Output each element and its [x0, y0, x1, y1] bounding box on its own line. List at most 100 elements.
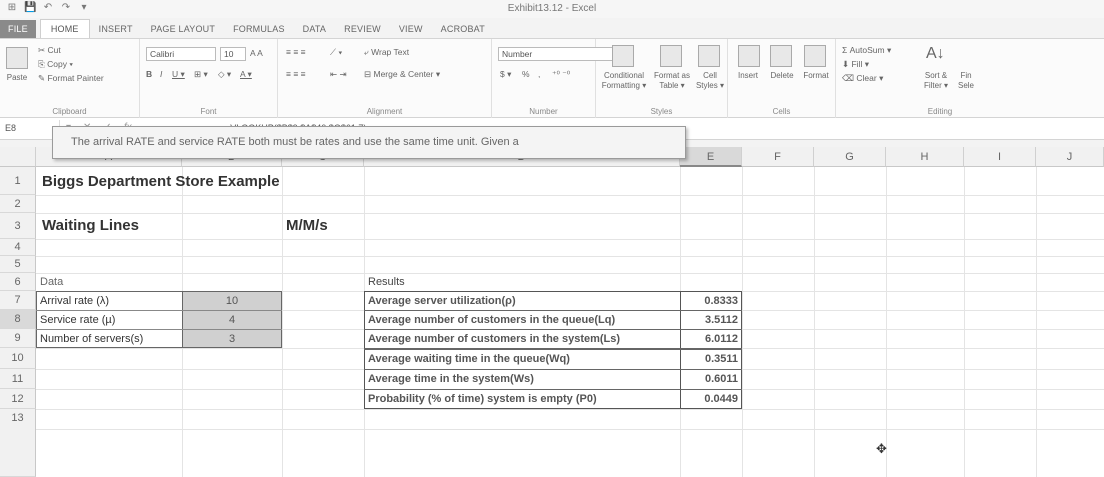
service-rate-value[interactable]: 4	[182, 311, 282, 329]
worksheet-grid[interactable]: A B C D E F G H I J 1 2 3 4 5 6 7 8 9 10…	[0, 147, 1104, 477]
paste-icon[interactable]	[6, 47, 28, 69]
tab-page-layout[interactable]: PAGE LAYOUT	[142, 24, 224, 38]
paste-button[interactable]: Paste	[3, 73, 31, 83]
result-label[interactable]: Probability (% of time) system is empty …	[368, 390, 597, 408]
result-label[interactable]: Average server utilization(ρ)	[368, 292, 516, 310]
fill-color-icon[interactable]: ◇ ▾	[218, 69, 231, 80]
row-header-10[interactable]: 10	[0, 348, 36, 369]
clear-button[interactable]: ⌫ Clear ▾	[842, 73, 883, 84]
result-value[interactable]: 3.5112	[680, 311, 738, 329]
result-label[interactable]: Average number of customers in the syste…	[368, 330, 620, 348]
fill-button[interactable]: ⬇ Fill ▾	[842, 59, 869, 70]
delete-cells-icon[interactable]	[770, 45, 792, 67]
sheet-title[interactable]: Biggs Department Store Example	[42, 173, 280, 191]
align-top-icon[interactable]: ≡ ≡ ≡	[286, 47, 306, 57]
indent-icon[interactable]: ⇤ ⇥	[330, 69, 347, 80]
italic-button[interactable]: I	[160, 69, 162, 79]
results-label[interactable]: Results	[368, 273, 405, 291]
wrap-text-button[interactable]: ⤶ Wrap Text	[364, 47, 409, 58]
name-box[interactable]: E8	[0, 120, 60, 137]
font-name-select[interactable]: Calibri	[146, 47, 216, 61]
bold-button[interactable]: B	[146, 69, 152, 79]
result-value[interactable]: 0.0449	[680, 390, 738, 408]
column-header-g[interactable]: G	[814, 147, 886, 167]
copy-button[interactable]: ⎘ Copy ▾	[38, 59, 73, 70]
row-header-13[interactable]: 13	[0, 409, 36, 477]
font-color-icon[interactable]: A ▾	[240, 69, 252, 80]
arrival-rate-value[interactable]: 10	[182, 292, 282, 310]
insert-button[interactable]: Insert	[730, 71, 766, 81]
row-header-3[interactable]: 3	[0, 213, 36, 239]
result-value[interactable]: 6.0112	[680, 330, 738, 348]
tab-acrobat[interactable]: ACROBAT	[432, 24, 494, 38]
result-label[interactable]: Average time in the system(Ws)	[368, 370, 534, 388]
insert-cells-icon[interactable]	[738, 45, 760, 67]
model-label[interactable]: M/M/s	[286, 217, 328, 235]
row-header-1[interactable]: 1	[0, 167, 36, 195]
format-cells-icon[interactable]	[804, 45, 826, 67]
window-title: Exhibit13.12 - Excel	[507, 3, 597, 14]
data-label[interactable]: Data	[40, 273, 63, 291]
tab-review[interactable]: REVIEW	[335, 24, 390, 38]
align-left-icon[interactable]: ≡ ≡ ≡	[286, 69, 306, 79]
decimal-icon[interactable]: ⁺⁰ ⁻⁰	[552, 69, 570, 80]
sort-filter-button[interactable]: Sort & Filter ▾	[916, 71, 956, 91]
row-header-11[interactable]: 11	[0, 369, 36, 389]
font-group: Calibri 10 A A B I U ▾ ⊞ ▾ ◇ ▾ A ▾ Font	[140, 39, 278, 119]
row-header-6[interactable]: 6	[0, 273, 36, 291]
row-header-5[interactable]: 5	[0, 256, 36, 273]
comma-button[interactable]: ,	[538, 69, 540, 79]
row-header-2[interactable]: 2	[0, 195, 36, 213]
row-header-9[interactable]: 9	[0, 329, 36, 348]
cell-styles-icon[interactable]	[698, 45, 720, 67]
percent-button[interactable]: %	[522, 69, 530, 79]
service-rate-label[interactable]: Service rate (µ)	[40, 311, 115, 329]
grow-font-icon[interactable]: A A	[250, 48, 263, 58]
column-header-j[interactable]: J	[1036, 147, 1104, 167]
underline-button[interactable]: U ▾	[172, 69, 185, 80]
font-size-select[interactable]: 10	[220, 47, 246, 61]
sort-icon[interactable]: A↓	[926, 45, 945, 63]
column-header-f[interactable]: F	[742, 147, 814, 167]
row-header-7[interactable]: 7	[0, 291, 36, 310]
tab-view[interactable]: VIEW	[390, 24, 432, 38]
result-label[interactable]: Average number of customers in the queue…	[368, 311, 615, 329]
format-painter-button[interactable]: ✎ Format Painter	[38, 73, 104, 84]
delete-button[interactable]: Delete	[764, 71, 800, 81]
column-header-i[interactable]: I	[964, 147, 1036, 167]
tab-data[interactable]: DATA	[294, 24, 335, 38]
result-label[interactable]: Average waiting time in the queue(Wq)	[368, 350, 570, 368]
section-title[interactable]: Waiting Lines	[42, 217, 139, 235]
tab-insert[interactable]: INSERT	[90, 24, 142, 38]
column-header-e[interactable]: E	[680, 147, 742, 167]
servers-label[interactable]: Number of servers(s)	[40, 330, 143, 348]
format-table-icon[interactable]	[660, 45, 682, 67]
cell-styles-button[interactable]: Cell Styles ▾	[694, 71, 726, 91]
conditional-formatting-button[interactable]: Conditional Formatting ▾	[598, 71, 650, 91]
borders-icon[interactable]: ⊞ ▾	[194, 69, 208, 80]
result-value[interactable]: 0.8333	[680, 292, 738, 310]
tab-home[interactable]: HOME	[39, 19, 90, 38]
merge-center-button[interactable]: ⊟ Merge & Center ▾	[364, 69, 440, 80]
servers-value[interactable]: 3	[182, 330, 282, 348]
result-value[interactable]: 0.3511	[680, 350, 738, 368]
orientation-icon[interactable]: ⟋ ▾	[330, 47, 342, 58]
tab-formulas[interactable]: FORMULAS	[224, 24, 294, 38]
row-header-12[interactable]: 12	[0, 389, 36, 409]
row-header-4[interactable]: 4	[0, 239, 36, 256]
select-all-corner[interactable]	[0, 147, 36, 167]
tab-file[interactable]: FILE	[0, 20, 36, 38]
arrival-rate-label[interactable]: Arrival rate (λ)	[40, 292, 109, 310]
gridline	[36, 213, 1104, 214]
result-value[interactable]: 0.6011	[680, 370, 738, 388]
find-select-button[interactable]: Fin Sele	[952, 71, 980, 91]
input-message-tooltip: The arrival RATE and service RATE both m…	[52, 126, 686, 159]
format-as-table-button[interactable]: Format as Table ▾	[652, 71, 692, 91]
currency-button[interactable]: $ ▾	[500, 69, 511, 80]
format-button[interactable]: Format	[798, 71, 834, 81]
conditional-formatting-icon[interactable]	[612, 45, 634, 67]
cut-button[interactable]: ✂ Cut	[38, 45, 61, 56]
row-header-8[interactable]: 8	[0, 310, 36, 329]
autosum-button[interactable]: Σ AutoSum ▾	[842, 45, 891, 56]
column-header-h[interactable]: H	[886, 147, 964, 167]
